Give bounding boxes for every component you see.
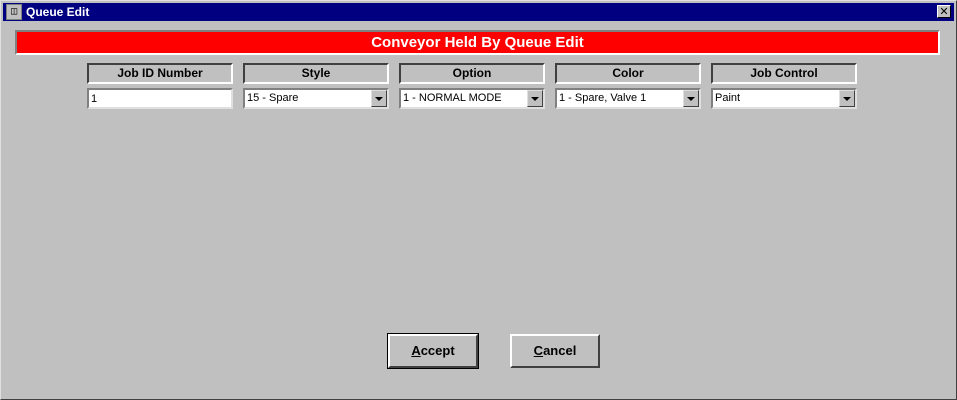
chevron-down-icon <box>531 97 539 101</box>
chevron-down-icon <box>375 97 383 101</box>
header-style: Style <box>243 63 389 84</box>
close-icon: ✕ <box>939 5 949 18</box>
color-dropdown-button[interactable] <box>683 90 699 107</box>
header-option: Option <box>399 63 545 84</box>
option-dropdown-button[interactable] <box>527 90 543 107</box>
window-title: Queue Edit <box>26 5 90 19</box>
header-color: Color <box>555 63 701 84</box>
status-banner: Conveyor Held By Queue Edit <box>15 30 940 55</box>
job-control-dropdown-button[interactable] <box>839 90 855 107</box>
color-select[interactable]: 1 - Spare, Valve 1 <box>555 88 701 109</box>
option-select-value: 1 - NORMAL MODE <box>403 92 502 104</box>
job-control-select[interactable]: Paint <box>711 88 857 109</box>
chevron-down-icon <box>843 97 851 101</box>
job-id-number-input[interactable] <box>89 90 231 107</box>
job-id-number-field[interactable] <box>87 88 233 109</box>
job-control-select-value: Paint <box>715 92 741 104</box>
close-button[interactable]: ✕ <box>937 5 951 18</box>
option-select[interactable]: 1 - NORMAL MODE <box>399 88 545 109</box>
chevron-down-icon <box>687 97 695 101</box>
cancel-mnemonic: C <box>533 343 544 358</box>
title-bar[interactable]: ◫ Queue Edit ✕ <box>3 3 954 21</box>
style-select[interactable]: 15 - Spare <box>243 88 389 109</box>
accept-button[interactable]: Accept <box>387 333 479 369</box>
cancel-label: ancel <box>543 343 577 358</box>
accept-label: ccept <box>420 343 455 358</box>
queue-edit-window: ◫ Queue Edit ✕ Conveyor Held By Queue Ed… <box>0 0 957 400</box>
style-select-value: 15 - Spare <box>247 92 299 104</box>
header-job-control: Job Control <box>711 63 857 84</box>
accept-mnemonic: A <box>411 343 421 358</box>
header-job-id-number: Job ID Number <box>87 63 233 84</box>
cancel-button[interactable]: Cancel <box>510 334 600 368</box>
color-select-value: 1 - Spare, Valve 1 <box>559 92 647 104</box>
app-icon[interactable]: ◫ <box>6 4 22 20</box>
style-dropdown-button[interactable] <box>371 90 387 107</box>
